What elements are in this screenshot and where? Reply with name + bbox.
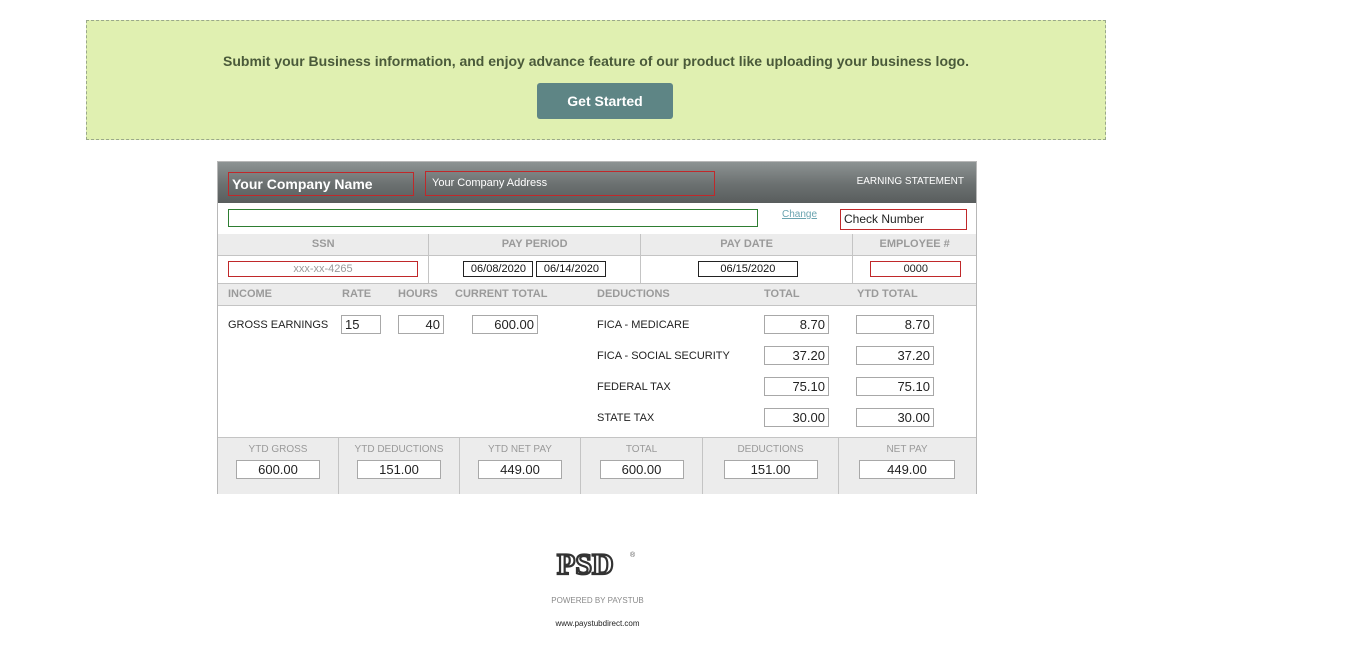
total-header: TOTAL: [764, 288, 800, 300]
powered-by-text: POWERED BY PAYSTUB: [551, 596, 644, 605]
ytd-deductions-label: YTD DEDUCTIONS: [354, 444, 444, 455]
ytd-deductions-input[interactable]: 151.00: [357, 460, 441, 479]
ssn-header: SSN: [218, 234, 430, 255]
promo-banner: Submit your Business information, and en…: [86, 20, 1106, 140]
ytd-total-header: YTD TOTAL: [857, 288, 918, 300]
summary-row: YTD GROSS 600.00 YTD DEDUCTIONS 151.00 Y…: [218, 437, 976, 494]
stub-header: Your Company Name Your Company Address E…: [218, 162, 976, 203]
gross-earnings-label: GROSS EARNINGS: [228, 319, 329, 331]
deductions-cell: DEDUCTIONS 151.00: [703, 438, 839, 494]
info-header-row: SSN PAY PERIOD PAY DATE EMPLOYEE #: [218, 234, 976, 256]
pay-date-header: PAY DATE: [641, 234, 854, 255]
ytd-gross-input[interactable]: 600.00: [236, 460, 320, 479]
employee-number-header: EMPLOYEE #: [879, 238, 950, 250]
earnings-body: GROSS EARNINGS 15 40 600.00 FICA - MEDIC…: [218, 305, 976, 438]
company-name-input[interactable]: Your Company Name: [228, 172, 414, 196]
ytd-deductions-cell: YTD DEDUCTIONS 151.00: [339, 438, 460, 494]
logo-row: Change Check Number: [218, 203, 976, 235]
get-started-button[interactable]: Get Started: [537, 83, 673, 119]
company-address-input[interactable]: Your Company Address: [425, 171, 715, 196]
deduction-label: FICA - MEDICARE: [597, 319, 690, 331]
deduction-ytd-input[interactable]: 75.10: [856, 377, 934, 396]
net-pay-label: NET PAY: [886, 444, 928, 455]
deduction-label: STATE TAX: [597, 412, 655, 424]
deduction-ytd-input[interactable]: 30.00: [856, 408, 934, 427]
hours-input[interactable]: 40: [398, 315, 444, 334]
info-values-row: xxx-xx-4265 06/08/2020 06/14/2020 06/15/…: [218, 256, 976, 284]
deductions-label: DEDUCTIONS: [737, 444, 804, 455]
net-pay-input[interactable]: 449.00: [859, 460, 955, 479]
deductions-input[interactable]: 151.00: [723, 460, 818, 479]
promo-message: Submit your Business information, and en…: [223, 53, 969, 69]
ytd-gross-label: YTD GROSS: [248, 444, 308, 455]
deduction-total-input[interactable]: 30.00: [764, 408, 829, 427]
total-cell: TOTAL 600.00: [581, 438, 703, 494]
pay-date-input[interactable]: 06/15/2020: [697, 261, 798, 277]
rate-input[interactable]: 15: [341, 315, 381, 334]
pay-period-start-input[interactable]: 06/08/2020: [463, 261, 534, 277]
rate-header: RATE: [342, 288, 372, 300]
earnings-header-row: INCOME RATE HOURS CURRENT TOTAL DEDUCTIO…: [218, 284, 976, 306]
website-link[interactable]: www.paystubdirect.com: [0, 619, 1195, 628]
current-total-input[interactable]: 600.00: [472, 315, 538, 334]
employee-number-input[interactable]: 0000: [870, 261, 962, 277]
ytd-net-pay-input[interactable]: 449.00: [478, 460, 562, 479]
change-link[interactable]: Change: [782, 209, 817, 220]
ytd-gross-cell: YTD GROSS 600.00: [218, 438, 339, 494]
deduction-label: FICA - SOCIAL SECURITY: [597, 350, 730, 362]
current-total-header: CURRENT TOTAL: [455, 288, 548, 300]
pay-period-header: PAY PERIOD: [429, 234, 641, 255]
employee-number-cell: 0000: [853, 256, 976, 283]
psd-logo: PSD ®: [556, 547, 636, 580]
total-input[interactable]: 600.00: [599, 460, 684, 479]
pay-date-cell: 06/15/2020: [641, 256, 854, 283]
ssn-cell: xxx-xx-4265: [218, 256, 430, 283]
total-label: TOTAL: [625, 444, 658, 455]
check-number-input[interactable]: Check Number: [840, 209, 967, 230]
hours-header: HOURS: [398, 288, 438, 300]
business-logo-input[interactable]: [228, 209, 758, 227]
pay-stub: Your Company Name Your Company Address E…: [217, 161, 977, 494]
income-header: INCOME: [228, 288, 272, 300]
registered-mark-icon: ®: [630, 551, 636, 559]
deduction-ytd-input[interactable]: 37.20: [856, 346, 934, 365]
ytd-net-pay-label: YTD NET PAY: [488, 444, 552, 455]
earning-statement-title: EARNING STATEMENT: [856, 176, 964, 187]
ssn-input[interactable]: xxx-xx-4265: [228, 261, 418, 277]
deduction-label: FEDERAL TAX: [597, 381, 671, 393]
psd-logo-text: PSD: [557, 548, 614, 580]
deductions-header: DEDUCTIONS: [597, 288, 670, 300]
pay-period-cell: 06/08/2020 06/14/2020: [429, 256, 641, 283]
pay-period-end-input[interactable]: 06/14/2020: [536, 261, 607, 277]
deduction-total-input[interactable]: 75.10: [764, 377, 829, 396]
net-pay-cell: NET PAY 449.00: [839, 438, 975, 494]
deduction-total-input[interactable]: 8.70: [764, 315, 829, 334]
ytd-net-pay-cell: YTD NET PAY 449.00: [460, 438, 581, 494]
deduction-ytd-input[interactable]: 8.70: [856, 315, 934, 334]
deduction-total-input[interactable]: 37.20: [764, 346, 829, 365]
